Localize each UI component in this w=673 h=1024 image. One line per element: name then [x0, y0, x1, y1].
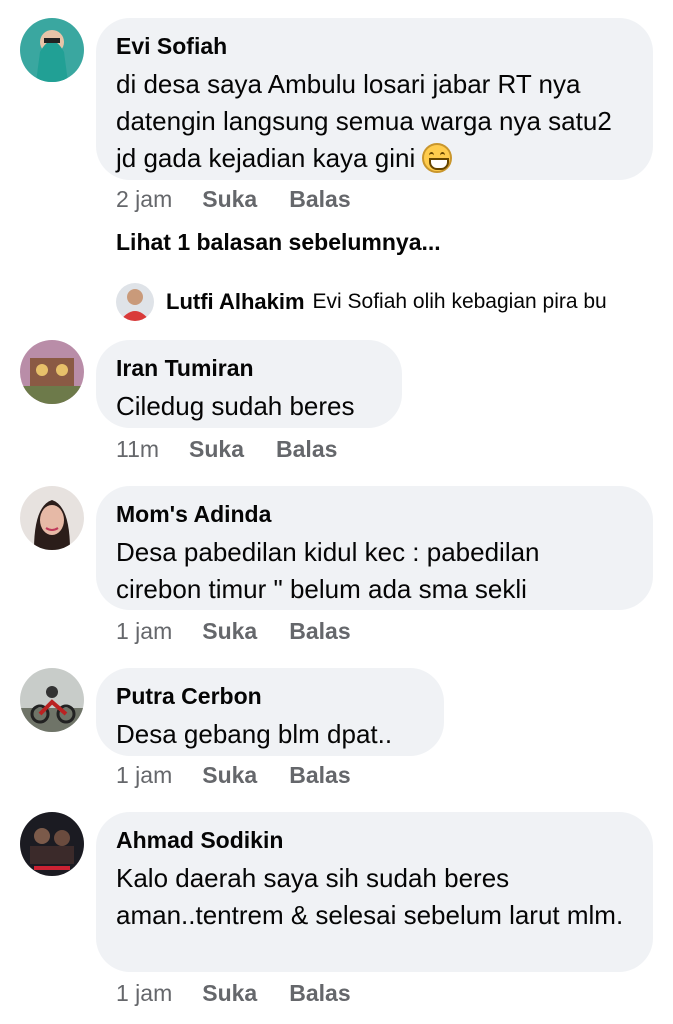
like-button[interactable]: Suka: [189, 436, 244, 463]
reply-text: Evi Sofiah olih kebagian pira bu: [312, 290, 607, 313]
comment-text: Desa gebang blm dpat..: [116, 719, 393, 749]
comment-text: Ciledug sudah beres: [116, 391, 355, 421]
comment-text: Kalo daerah saya sih sudah beres aman..t…: [116, 863, 624, 930]
reply-author-name[interactable]: Lutfi Alhakim: [166, 289, 305, 315]
timestamp[interactable]: 11m: [116, 436, 159, 463]
comment-bubble: Evi Sofiah di desa saya Ambulu losari ja…: [96, 18, 653, 180]
timestamp[interactable]: 1 jam: [116, 762, 172, 789]
avatar[interactable]: [20, 668, 84, 732]
commenter-name[interactable]: Evi Sofiah: [116, 32, 631, 60]
avatar[interactable]: [20, 18, 84, 82]
reply-button[interactable]: Balas: [289, 618, 350, 645]
comment-actions: 1 jam Suka Balas: [116, 980, 351, 1007]
comment-text: Desa pabedilan kidul kec : pabedilan cir…: [116, 537, 540, 604]
timestamp[interactable]: 1 jam: [116, 980, 172, 1007]
like-button[interactable]: Suka: [202, 186, 257, 213]
reply-button[interactable]: Balas: [289, 762, 350, 789]
grinning-face-icon: [422, 143, 453, 173]
comment-bubble: Ahmad Sodikin Kalo daerah saya sih sudah…: [96, 812, 653, 972]
like-button[interactable]: Suka: [202, 980, 257, 1007]
comment-actions: 2 jam Suka Balas: [116, 186, 351, 213]
timestamp[interactable]: 1 jam: [116, 618, 172, 645]
avatar[interactable]: [20, 340, 84, 404]
commenter-name[interactable]: Mom's Adinda: [116, 500, 631, 528]
reply-button[interactable]: Balas: [276, 436, 337, 463]
timestamp[interactable]: 2 jam: [116, 186, 172, 213]
comment-actions: 1 jam Suka Balas: [116, 762, 351, 789]
view-previous-replies-link[interactable]: Lihat 1 balasan sebelumnya...: [116, 229, 441, 256]
reply-button[interactable]: Balas: [289, 186, 350, 213]
commenter-name[interactable]: Ahmad Sodikin: [116, 826, 631, 854]
avatar[interactable]: [20, 486, 84, 550]
comment-bubble: Mom's Adinda Desa pabedilan kidul kec : …: [96, 486, 653, 610]
like-button[interactable]: Suka: [202, 762, 257, 789]
comment-bubble: Putra Cerbon Desa gebang blm dpat..: [96, 668, 444, 756]
comment-actions: 1 jam Suka Balas: [116, 618, 351, 645]
commenter-name[interactable]: Putra Cerbon: [116, 682, 422, 710]
commenter-name[interactable]: Iran Tumiran: [116, 354, 380, 382]
comment-actions: 11m Suka Balas: [116, 436, 337, 463]
avatar[interactable]: [20, 812, 84, 876]
reply-preview[interactable]: Lutfi Alhakim Evi Sofiah olih kebagian p…: [116, 283, 607, 321]
like-button[interactable]: Suka: [202, 618, 257, 645]
comment-bubble: Iran Tumiran Ciledug sudah beres: [96, 340, 402, 428]
reply-button[interactable]: Balas: [289, 980, 350, 1007]
avatar[interactable]: [116, 283, 154, 321]
comment-text: di desa saya Ambulu losari jabar RT nya …: [116, 69, 612, 173]
